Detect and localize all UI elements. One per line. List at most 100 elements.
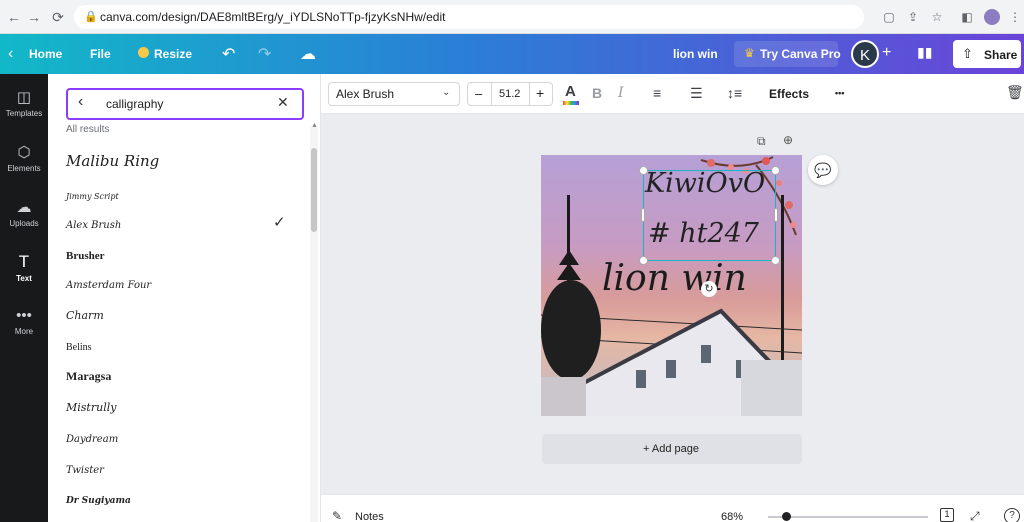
rail-item-more[interactable]: ••• More [0, 307, 48, 336]
font-search-field[interactable] [66, 88, 304, 120]
side-handle[interactable] [641, 208, 645, 222]
resize-handle[interactable] [771, 166, 780, 175]
share-page-icon[interactable]: ⇪ [906, 10, 920, 24]
crown-icon: ♛ [744, 46, 755, 60]
back-icon[interactable]: ← [6, 9, 22, 25]
lock-icon: 🔒 [84, 11, 98, 23]
bookmark-star-icon[interactable]: ☆ [930, 10, 944, 24]
font-option[interactable]: Belins [66, 337, 296, 359]
chevron-left-icon[interactable]: ‹ [8, 45, 13, 63]
templates-icon: ◫ [16, 89, 32, 106]
text-color-button[interactable]: A [565, 83, 576, 100]
reload-icon[interactable]: ⟳ [50, 9, 66, 25]
font-option[interactable]: Brusher [66, 246, 296, 268]
resize-button[interactable]: Resize [154, 47, 192, 61]
panel-scroll-thumb[interactable] [311, 148, 317, 232]
file-menu[interactable]: File [90, 47, 111, 61]
checkmark-icon: ✓ [273, 214, 286, 231]
notes-button[interactable]: Notes [355, 511, 384, 522]
font-option[interactable]: Malibu Ring [66, 152, 296, 174]
redo-icon[interactable]: ↷ [258, 44, 271, 64]
cloud-saved-icon: ☁ [300, 46, 316, 63]
share-label: Share [984, 48, 1018, 62]
list-icon[interactable]: ☰ [690, 85, 703, 102]
rail-label: Elements [7, 164, 41, 173]
upload-share-icon: ⇧ [962, 46, 973, 61]
profile-icon[interactable] [984, 9, 1000, 25]
try-canva-pro-label: Try Canva Pro [760, 47, 841, 61]
text-t-icon: T [18, 252, 30, 271]
font-option[interactable]: Mistrully [66, 398, 296, 420]
zoom-slider-handle[interactable] [782, 512, 791, 521]
increase-size-button[interactable]: + [536, 85, 544, 101]
forward-icon[interactable]: → [26, 9, 42, 25]
home-link[interactable]: Home [29, 47, 62, 61]
browser-menu-icon[interactable]: ⋮ [1008, 10, 1022, 24]
add-collaborator-icon[interactable]: + [882, 44, 891, 62]
rail-item-uploads[interactable]: ☁ Uploads [0, 198, 48, 228]
zoom-value[interactable]: 68% [721, 511, 743, 522]
tab-search-icon[interactable]: ▢ [882, 10, 896, 24]
bold-button[interactable]: B [592, 85, 602, 101]
effects-button[interactable]: Effects [769, 87, 809, 101]
results-heading: All results [66, 124, 110, 135]
side-handle[interactable] [774, 208, 778, 222]
font-option[interactable]: Dr Sugiyama [66, 490, 296, 512]
elements-icon: ⬡ [17, 144, 31, 161]
avatar[interactable]: K [851, 40, 879, 68]
crown-icon [138, 47, 149, 58]
zoom-slider-track[interactable] [768, 516, 928, 518]
color-swatch-strip [563, 101, 579, 105]
rail-label: More [14, 327, 34, 336]
rail-label: Text [16, 274, 32, 283]
more-options-icon[interactable]: ••• [835, 88, 844, 98]
canvas-text-lion-win[interactable]: lion win [602, 258, 792, 299]
add-page-icon[interactable]: ⊕ [783, 133, 793, 147]
clear-search-icon[interactable]: ✕ [277, 94, 289, 111]
font-search-input[interactable]: calligraphy [106, 97, 163, 111]
divider [529, 82, 530, 106]
font-option[interactable]: Amsterdam Four [66, 275, 296, 297]
undo-icon[interactable]: ↶ [222, 44, 235, 64]
resize-handle[interactable] [639, 256, 648, 265]
font-picker-panel [48, 74, 321, 522]
chevron-down-icon: ⌄ [442, 87, 451, 98]
rail-item-templates[interactable]: ◫ Templates [0, 88, 48, 118]
resize-handle[interactable] [771, 256, 780, 265]
trash-icon[interactable]: 🗑 [1006, 84, 1024, 101]
back-chevron-icon[interactable]: ‹ [78, 93, 83, 111]
decrease-size-button[interactable]: – [475, 86, 482, 101]
add-page-label: + Add page [643, 443, 699, 455]
upload-cloud-icon: ☁ [16, 199, 32, 216]
rotate-handle-icon[interactable]: ↻ [701, 281, 717, 297]
font-option[interactable]: Charm [66, 306, 296, 328]
scroll-up-icon[interactable]: ▲ [311, 122, 318, 129]
duplicate-page-icon[interactable]: ⧉ [757, 134, 766, 149]
italic-button[interactable]: I [618, 85, 624, 101]
side-panel-icon[interactable]: ◧ [960, 10, 974, 24]
font-option[interactable]: Maragsa [66, 367, 296, 389]
url-text: canva.com/design/DAE8mltBErg/y_iYDLSNoTT… [100, 10, 446, 24]
canva-editor-window: { "browser": { "url": "canva.com/design/… [0, 0, 1024, 522]
font-option[interactable]: Daydream [66, 429, 296, 451]
resize-handle[interactable] [639, 166, 648, 175]
help-button[interactable]: ? [1004, 508, 1020, 522]
page-count[interactable]: 1 [940, 508, 954, 522]
rail-label: Templates [5, 109, 43, 118]
insights-icon[interactable]: ▮▮ [917, 44, 932, 61]
fullscreen-icon[interactable]: ⤢ [970, 509, 980, 522]
font-size-input[interactable]: 51.2 [499, 88, 520, 100]
rail-label: Uploads [9, 219, 39, 228]
line-spacing-icon[interactable]: ↕≡ [727, 85, 742, 101]
font-option[interactable]: Jimmy Script [66, 186, 296, 208]
font-family-value: Alex Brush [336, 87, 395, 101]
font-option-selected[interactable]: Alex Brush [66, 215, 296, 237]
comment-icon[interactable]: 💬 [808, 155, 838, 185]
selection-box[interactable] [643, 170, 776, 261]
font-option[interactable]: Twister [66, 460, 296, 482]
notes-icon: ✎ [332, 509, 343, 522]
document-title[interactable]: lion win [673, 47, 718, 61]
rail-item-text[interactable]: T Text [0, 252, 48, 283]
rail-item-elements[interactable]: ⬡ Elements [0, 143, 48, 173]
align-center-icon[interactable]: ≡ [653, 85, 661, 101]
